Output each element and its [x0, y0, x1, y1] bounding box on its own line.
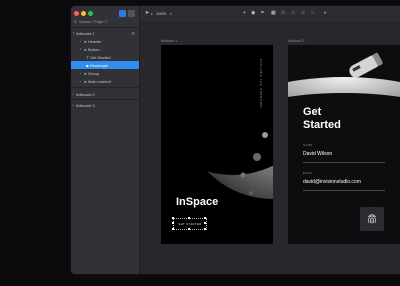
fingerprint-icon	[368, 214, 376, 224]
mask-icon[interactable]: ⊘	[301, 10, 305, 16]
get-started-label: GET STARTED	[178, 222, 202, 226]
layer-label: Artboard 3	[76, 102, 95, 108]
layer-artboard-3[interactable]: ▸ Artboard 3	[71, 101, 139, 109]
chevron-down-icon[interactable]: ▾	[151, 12, 153, 16]
frame-icon[interactable]: ⌗	[261, 10, 264, 16]
component-icon[interactable]: ◉	[251, 10, 255, 16]
email-field-underline	[303, 190, 385, 191]
resize-handle[interactable]	[204, 222, 206, 224]
assets-view-button[interactable]	[128, 10, 135, 17]
toolbar: ➤ ▾ 100% ▾ + ◉ ⌗ ▦ ⊞ ⊘ ⊘ ∞ ◐	[140, 6, 400, 23]
layers-view-button[interactable]	[119, 10, 126, 17]
artboard-2-label[interactable]: Artboard 2	[288, 39, 304, 43]
layer-rectangle[interactable]: ■ Rectangle	[71, 61, 139, 69]
name-field-underline	[303, 162, 385, 163]
layer-main-content[interactable]: ▸ ■ Main content	[71, 77, 139, 85]
resize-handle[interactable]	[188, 228, 190, 230]
layers-sidebar: ⚲ Search "Page 1" ▾ Artboard 1 ⚙ ▸ ■ Hea…	[71, 6, 140, 274]
canvas[interactable]: Artboard 1 Artboard 2 EXPLORE THE UNKNOW…	[140, 23, 400, 274]
search-icon: ⚲	[74, 19, 77, 24]
sidebar-view-toggle	[119, 10, 135, 17]
layer-label: Artboard 1	[76, 30, 95, 36]
name-field[interactable]: David Wilson	[303, 151, 332, 157]
contrast-icon[interactable]: ◐	[324, 10, 327, 16]
divider	[71, 87, 139, 88]
get-started-title: Get Started	[303, 106, 341, 131]
layer-label: Header	[88, 38, 102, 44]
layer-search[interactable]: ⚲ Search "Page 1"	[74, 19, 108, 24]
app-window: ⚲ Search "Page 1" ▾ Artboard 1 ⚙ ▸ ■ Hea…	[71, 6, 400, 274]
maximize-window-button[interactable]	[88, 11, 93, 16]
layer-artboard-2[interactable]: ▸ Artboard 2	[71, 90, 139, 98]
layer-search-input[interactable]: Search "Page 1"	[79, 19, 108, 24]
layer-label: Rectangle	[90, 62, 109, 68]
resize-handle[interactable]	[172, 222, 174, 224]
chevron-down-icon[interactable]: ▾	[170, 12, 172, 16]
fingerprint-button[interactable]	[360, 207, 384, 231]
moon-image	[161, 45, 273, 199]
email-field-label: EMAIL	[303, 171, 314, 175]
artboard-1[interactable]: EXPLORE THE UNKNOWN InSpace GET STARTED	[161, 45, 273, 244]
layer-label: Get Started	[90, 54, 111, 60]
layer-get-started[interactable]: T Get Started	[71, 53, 139, 61]
resize-handle[interactable]	[172, 217, 174, 219]
divider	[71, 99, 139, 100]
resize-handle[interactable]	[188, 217, 190, 219]
layer-artboard-1[interactable]: ▾ Artboard 1 ⚙	[71, 29, 139, 37]
name-field-label: NAME	[303, 143, 313, 147]
zoom-level[interactable]: 100%	[156, 11, 166, 16]
layer-label: Artboard 2	[76, 91, 95, 97]
get-started-button[interactable]: GET STARTED	[173, 218, 207, 230]
link-icon[interactable]: ∞	[311, 10, 315, 16]
artboard-1-label[interactable]: Artboard 1	[161, 39, 177, 43]
add-icon[interactable]: +	[243, 10, 246, 16]
tagline-vertical: EXPLORE THE UNKNOWN	[259, 59, 263, 109]
artboard-2[interactable]: Get Started NAME David Wilson EMAIL davi…	[288, 45, 400, 244]
close-window-button[interactable]	[74, 11, 79, 16]
resize-handle[interactable]	[204, 228, 206, 230]
layer-button[interactable]: ▾ ■ Button	[71, 45, 139, 53]
align-icon[interactable]: ⊞	[281, 10, 285, 16]
layer-header[interactable]: ▸ ■ Header	[71, 37, 139, 45]
boolean-icon[interactable]: ⊘	[291, 10, 295, 16]
resize-handle[interactable]	[172, 228, 174, 230]
layer-group[interactable]: ▸ ■ Group	[71, 69, 139, 77]
gear-icon[interactable]: ⚙	[131, 31, 135, 36]
app-title: InSpace	[176, 196, 219, 208]
layer-label: Button	[88, 46, 100, 52]
minimize-window-button[interactable]	[81, 11, 86, 16]
layer-label: Group	[88, 70, 100, 76]
window-controls	[74, 11, 93, 16]
divider	[71, 27, 139, 28]
resize-handle[interactable]	[204, 217, 206, 219]
email-field[interactable]: david@invisionstudio.com	[303, 179, 361, 185]
grid-icon[interactable]: ▦	[271, 10, 276, 16]
layer-label: Main content	[88, 78, 111, 84]
move-tool-icon[interactable]: ➤	[145, 10, 149, 16]
